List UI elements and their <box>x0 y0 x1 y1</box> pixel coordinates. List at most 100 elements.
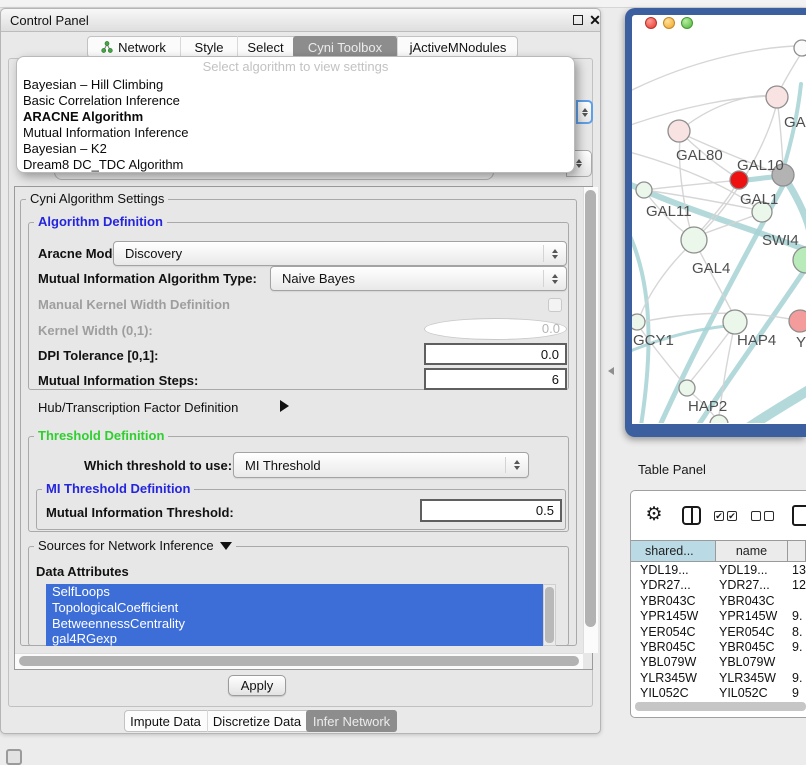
table-row[interactable]: YER054CYER054C8. <box>631 625 806 640</box>
focused-combobox-fragment[interactable] <box>576 100 593 124</box>
network-edge[interactable] <box>679 96 777 131</box>
table-cell: YLR345W <box>716 671 788 686</box>
dropdown-option[interactable]: Bayesian – Hill Climbing <box>17 77 574 93</box>
window-minimize-traffic-light[interactable] <box>663 17 675 29</box>
attribute-list-item[interactable]: SelfLoops <box>46 584 543 600</box>
which-threshold-combobox[interactable]: MI Threshold <box>233 452 529 478</box>
network-node[interactable] <box>794 40 806 56</box>
horizontal-scrollbar-thumb[interactable] <box>19 656 579 666</box>
table-row[interactable]: YIL052CYIL052C9 <box>631 686 806 700</box>
tab-style[interactable]: Style <box>180 36 237 58</box>
network-node[interactable] <box>636 182 652 198</box>
network-node[interactable] <box>668 120 690 142</box>
table-hscrollbar-thumb[interactable] <box>635 702 806 711</box>
dock-panel-mini-button[interactable] <box>6 749 22 765</box>
network-node[interactable] <box>710 415 728 423</box>
new-table-icon[interactable] <box>792 505 806 526</box>
close-icon[interactable]: ✕ <box>587 11 603 29</box>
deselect-all-checkbox-icon[interactable] <box>751 511 761 521</box>
tab-select[interactable]: Select <box>237 36 293 58</box>
threshold-definition-title: Threshold Definition <box>34 429 168 443</box>
dropdown-option[interactable]: Basic Correlation Inference <box>17 93 574 109</box>
column-header-shared-name[interactable]: shared... <box>631 540 716 562</box>
attributes-scrollbar-thumb[interactable] <box>545 587 554 643</box>
network-node[interactable] <box>766 86 788 108</box>
table-row[interactable]: YDR27...YDR27...12 <box>631 578 806 593</box>
float-window-icon[interactable] <box>573 15 583 25</box>
control-panel-titlebar <box>1 9 600 32</box>
attribute-list-item[interactable]: gal4RGexp <box>46 631 543 646</box>
aracne-mode-combobox[interactable]: Discovery <box>113 241 567 266</box>
table-cell: 12 <box>788 578 806 593</box>
tab-discretize-data[interactable]: Discretize Data <box>207 710 306 732</box>
combobox-arrows-icon <box>543 245 566 261</box>
table-row[interactable]: YLR345WYLR345W9. <box>631 671 806 686</box>
network-node[interactable] <box>681 227 707 253</box>
expand-arrow-icon[interactable] <box>280 400 289 412</box>
deselect-all-checkbox-icon[interactable] <box>764 511 774 521</box>
vertical-scrollbar-thumb[interactable] <box>585 190 596 627</box>
network-node[interactable] <box>723 310 747 334</box>
collapse-arrow-icon[interactable] <box>220 542 232 550</box>
table-row[interactable]: YDL19...YDL19...13 <box>631 563 806 578</box>
network-node[interactable] <box>789 310 806 332</box>
mi-threshold-group-title: MI Threshold Definition <box>42 482 194 496</box>
select-all-checkbox-icon[interactable]: ✔ <box>714 511 724 521</box>
attribute-list-item[interactable]: BetweennessCentrality <box>46 616 543 632</box>
network-node[interactable] <box>632 314 645 330</box>
column-header-partial[interactable] <box>788 540 806 562</box>
network-edge[interactable] <box>777 100 783 165</box>
dropdown-option[interactable]: Bayesian – K2 <box>17 141 574 157</box>
combobox-arrows-icon <box>505 457 528 474</box>
table-row[interactable]: YBL079WYBL079W <box>631 655 806 670</box>
tab-cyni-toolbox[interactable]: Cyni Toolbox <box>293 36 397 58</box>
network-node[interactable] <box>679 380 695 396</box>
gear-icon[interactable]: ⚙ <box>644 505 664 525</box>
dpi-tolerance-field[interactable]: 0.0 <box>424 343 567 365</box>
table-cell: YBR045C <box>631 640 716 655</box>
manual-kernel-width-checkbox[interactable] <box>548 298 562 312</box>
columns-icon[interactable] <box>682 506 701 525</box>
table-cell: YDL19... <box>631 563 716 578</box>
splitter-collapse-icon[interactable] <box>608 367 614 375</box>
attribute-list-item[interactable]: TopologicalCoefficient <box>46 600 543 616</box>
column-header-name[interactable]: name <box>716 540 788 562</box>
apply-button[interactable]: Apply <box>228 675 286 696</box>
table-cell: YPR145W <box>631 609 716 624</box>
control-panel-title: Control Panel <box>10 12 89 29</box>
table-row[interactable]: YBR043CYBR043C <box>631 594 806 609</box>
network-node-label: HAP2 <box>688 398 727 415</box>
window-zoom-traffic-light[interactable] <box>681 17 693 29</box>
table-cell: 8. <box>788 625 806 640</box>
network-edge[interactable] <box>742 388 806 423</box>
mi-steps-field[interactable]: 6 <box>424 368 567 390</box>
dropdown-option[interactable]: Mutual Information Inference <box>17 125 574 141</box>
tab-style-label: Style <box>195 40 224 55</box>
dropdown-option[interactable]: ARACNE Algorithm <box>17 109 574 125</box>
tab-network[interactable]: Network <box>87 36 180 58</box>
dropdown-option-list: Bayesian – Hill ClimbingBasic Correlatio… <box>17 77 574 173</box>
network-node[interactable] <box>793 247 806 273</box>
tab-infer-network[interactable]: Infer Network <box>306 710 397 732</box>
tab-jactivemnodules[interactable]: jActiveMNodules <box>397 36 518 58</box>
network-edge[interactable] <box>697 246 732 312</box>
kernel-width-field[interactable]: 0.0 <box>424 318 567 340</box>
network-canvas[interactable]: GALGAL80GAL10GAL11GAL1GAL4SWI4GCY1HAP4YH… <box>632 30 806 423</box>
table-row[interactable]: YBR045CYBR045C9. <box>631 640 806 655</box>
network-edge[interactable] <box>644 181 731 190</box>
dropdown-option[interactable]: Dream8 DC_TDC Algorithm <box>17 157 574 173</box>
mi-algorithm-type-combobox[interactable]: Naive Bayes <box>270 266 567 291</box>
select-all-checkbox-icon[interactable]: ✔ <box>727 511 737 521</box>
network-edge[interactable] <box>780 52 802 90</box>
mi-threshold-field[interactable]: 0.5 <box>420 499 562 522</box>
table-row[interactable]: YPR145WYPR145W9. <box>631 609 806 624</box>
window-close-traffic-light[interactable] <box>645 17 657 29</box>
table-cell: YLR345W <box>631 671 716 686</box>
network-node-label: HAP4 <box>737 332 776 349</box>
network-edge[interactable] <box>632 96 777 128</box>
table-panel-title: Table Panel <box>638 462 706 477</box>
tab-impute-data[interactable]: Impute Data <box>124 710 207 732</box>
aracne-mode-value: Discovery <box>125 246 182 261</box>
data-attributes-list[interactable]: SelfLoopsTopologicalCoefficientBetweenne… <box>46 584 543 646</box>
network-node-label: GAL1 <box>740 191 778 208</box>
